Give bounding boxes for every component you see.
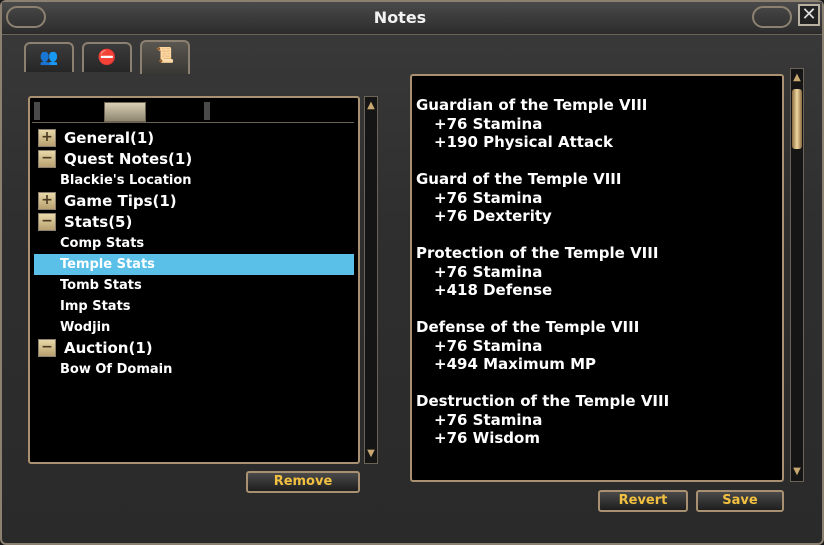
- scroll-up-arrow-icon[interactable]: ▲: [791, 71, 803, 85]
- note-paragraph: Guardian of the Temple VIII +76 Stamina +1…: [416, 96, 776, 152]
- tree-scrollbar[interactable]: ▲ ▼: [364, 96, 378, 464]
- note-heading: Defense of the Temple VIII: [416, 318, 640, 336]
- collapse-icon[interactable]: −: [38, 150, 56, 168]
- note-heading: Guardian of the Temple VIII: [416, 96, 648, 114]
- window-title: Notes: [373, 8, 427, 27]
- note-stat-line: +76 Stamina: [434, 188, 543, 207]
- note-paragraph: Guard of the Temple VIII +76 Stamina +76 D…: [416, 170, 776, 226]
- scroll-up-arrow-icon[interactable]: ▲: [365, 99, 377, 113]
- note-paragraph: Protection of the Temple VIII +76 Stamina…: [416, 244, 776, 300]
- save-button[interactable]: Save: [696, 490, 784, 512]
- scroll-down-arrow-icon[interactable]: ▼: [791, 465, 803, 479]
- note-paragraph: Destruction of the Temple VIII +76 Stamin…: [416, 392, 776, 448]
- note-stat-line: +76 Dexterity: [434, 207, 552, 225]
- tree-category-label: General(1): [64, 129, 155, 147]
- friends-tab-icon: 👥: [39, 48, 59, 66]
- note-heading: Guard of the Temple VIII: [416, 170, 622, 188]
- note-stat-line: +76 Stamina: [434, 262, 543, 281]
- tree-category-label: Game Tips(1): [64, 192, 177, 210]
- note-stat-line: +76 Stamina: [434, 410, 543, 429]
- tree-category[interactable]: − Stats(5): [38, 212, 358, 233]
- note-paragraph: Defense of the Temple VIII +76 Stamina +49…: [416, 318, 776, 374]
- tree-header: [32, 100, 354, 123]
- notes-window: Notes ✕ 👥 ⛔ 📜 + General(1) − Quest Notes(1) Bl…: [0, 0, 824, 545]
- close-button[interactable]: ✕: [798, 4, 820, 26]
- notes-header-icon: [104, 102, 146, 122]
- scroll-thumb[interactable]: [792, 89, 802, 149]
- expand-icon[interactable]: +: [38, 192, 56, 210]
- note-heading: Protection of the Temple VIII: [416, 244, 659, 262]
- note-text[interactable]: Guardian of the Temple VIII +76 Stamina +1…: [416, 96, 776, 466]
- expand-icon[interactable]: +: [38, 129, 56, 147]
- tab-1[interactable]: 👥: [24, 42, 74, 72]
- tree-note-item[interactable]: Bow Of Domain: [38, 359, 358, 380]
- tree-note-item[interactable]: Wodjin: [38, 317, 358, 338]
- scroll-down-arrow-icon[interactable]: ▼: [365, 447, 377, 461]
- tree-category[interactable]: + Game Tips(1): [38, 191, 358, 212]
- revert-button[interactable]: Revert: [598, 490, 688, 512]
- note-heading: Destruction of the Temple VIII: [416, 392, 670, 410]
- tree-note-item[interactable]: Temple Stats: [34, 254, 354, 275]
- note-stat-line: +76 Stamina: [434, 336, 543, 355]
- tab-3[interactable]: 📜: [140, 40, 190, 74]
- header-divider: [34, 102, 40, 120]
- tree-category-label: Auction(1): [64, 339, 153, 357]
- tree-note-item[interactable]: Imp Stats: [38, 296, 358, 317]
- blocked-tab-icon: ⛔: [97, 48, 117, 66]
- note-stat-line: +418 Defense: [434, 281, 553, 299]
- tab-2[interactable]: ⛔: [82, 42, 132, 72]
- tree-category[interactable]: − Auction(1): [38, 338, 358, 359]
- remove-button[interactable]: Remove: [246, 471, 360, 493]
- note-stat-line: +76 Stamina: [434, 114, 543, 133]
- collapse-icon[interactable]: −: [38, 339, 56, 357]
- note-tree: + General(1) − Quest Notes(1) Blackie's Loca…: [34, 128, 358, 380]
- note-stat-line: +190 Physical Attack: [434, 133, 613, 151]
- tree-note-item[interactable]: Comp Stats: [38, 233, 358, 254]
- note-content-panel[interactable]: Guardian of the Temple VIII +76 Stamina +1…: [410, 74, 784, 482]
- title-bar[interactable]: Notes ✕: [2, 2, 822, 35]
- tree-category[interactable]: + General(1): [38, 128, 358, 149]
- notes-tab-icon: 📜: [155, 46, 175, 64]
- tree-note-item[interactable]: Blackie's Location: [38, 170, 358, 191]
- tree-note-item[interactable]: Tomb Stats: [38, 275, 358, 296]
- note-tree-panel: + General(1) − Quest Notes(1) Blackie's Loca…: [28, 96, 360, 464]
- tree-category[interactable]: − Quest Notes(1): [38, 149, 358, 170]
- tree-category-label: Quest Notes(1): [64, 150, 193, 168]
- note-stat-line: +494 Maximum MP: [434, 355, 597, 373]
- collapse-icon[interactable]: −: [38, 213, 56, 231]
- tree-category-label: Stats(5): [64, 213, 133, 231]
- note-stat-line: +76 Wisdom: [434, 429, 540, 447]
- note-scrollbar[interactable]: ▲ ▼: [790, 68, 804, 482]
- header-divider: [204, 102, 210, 120]
